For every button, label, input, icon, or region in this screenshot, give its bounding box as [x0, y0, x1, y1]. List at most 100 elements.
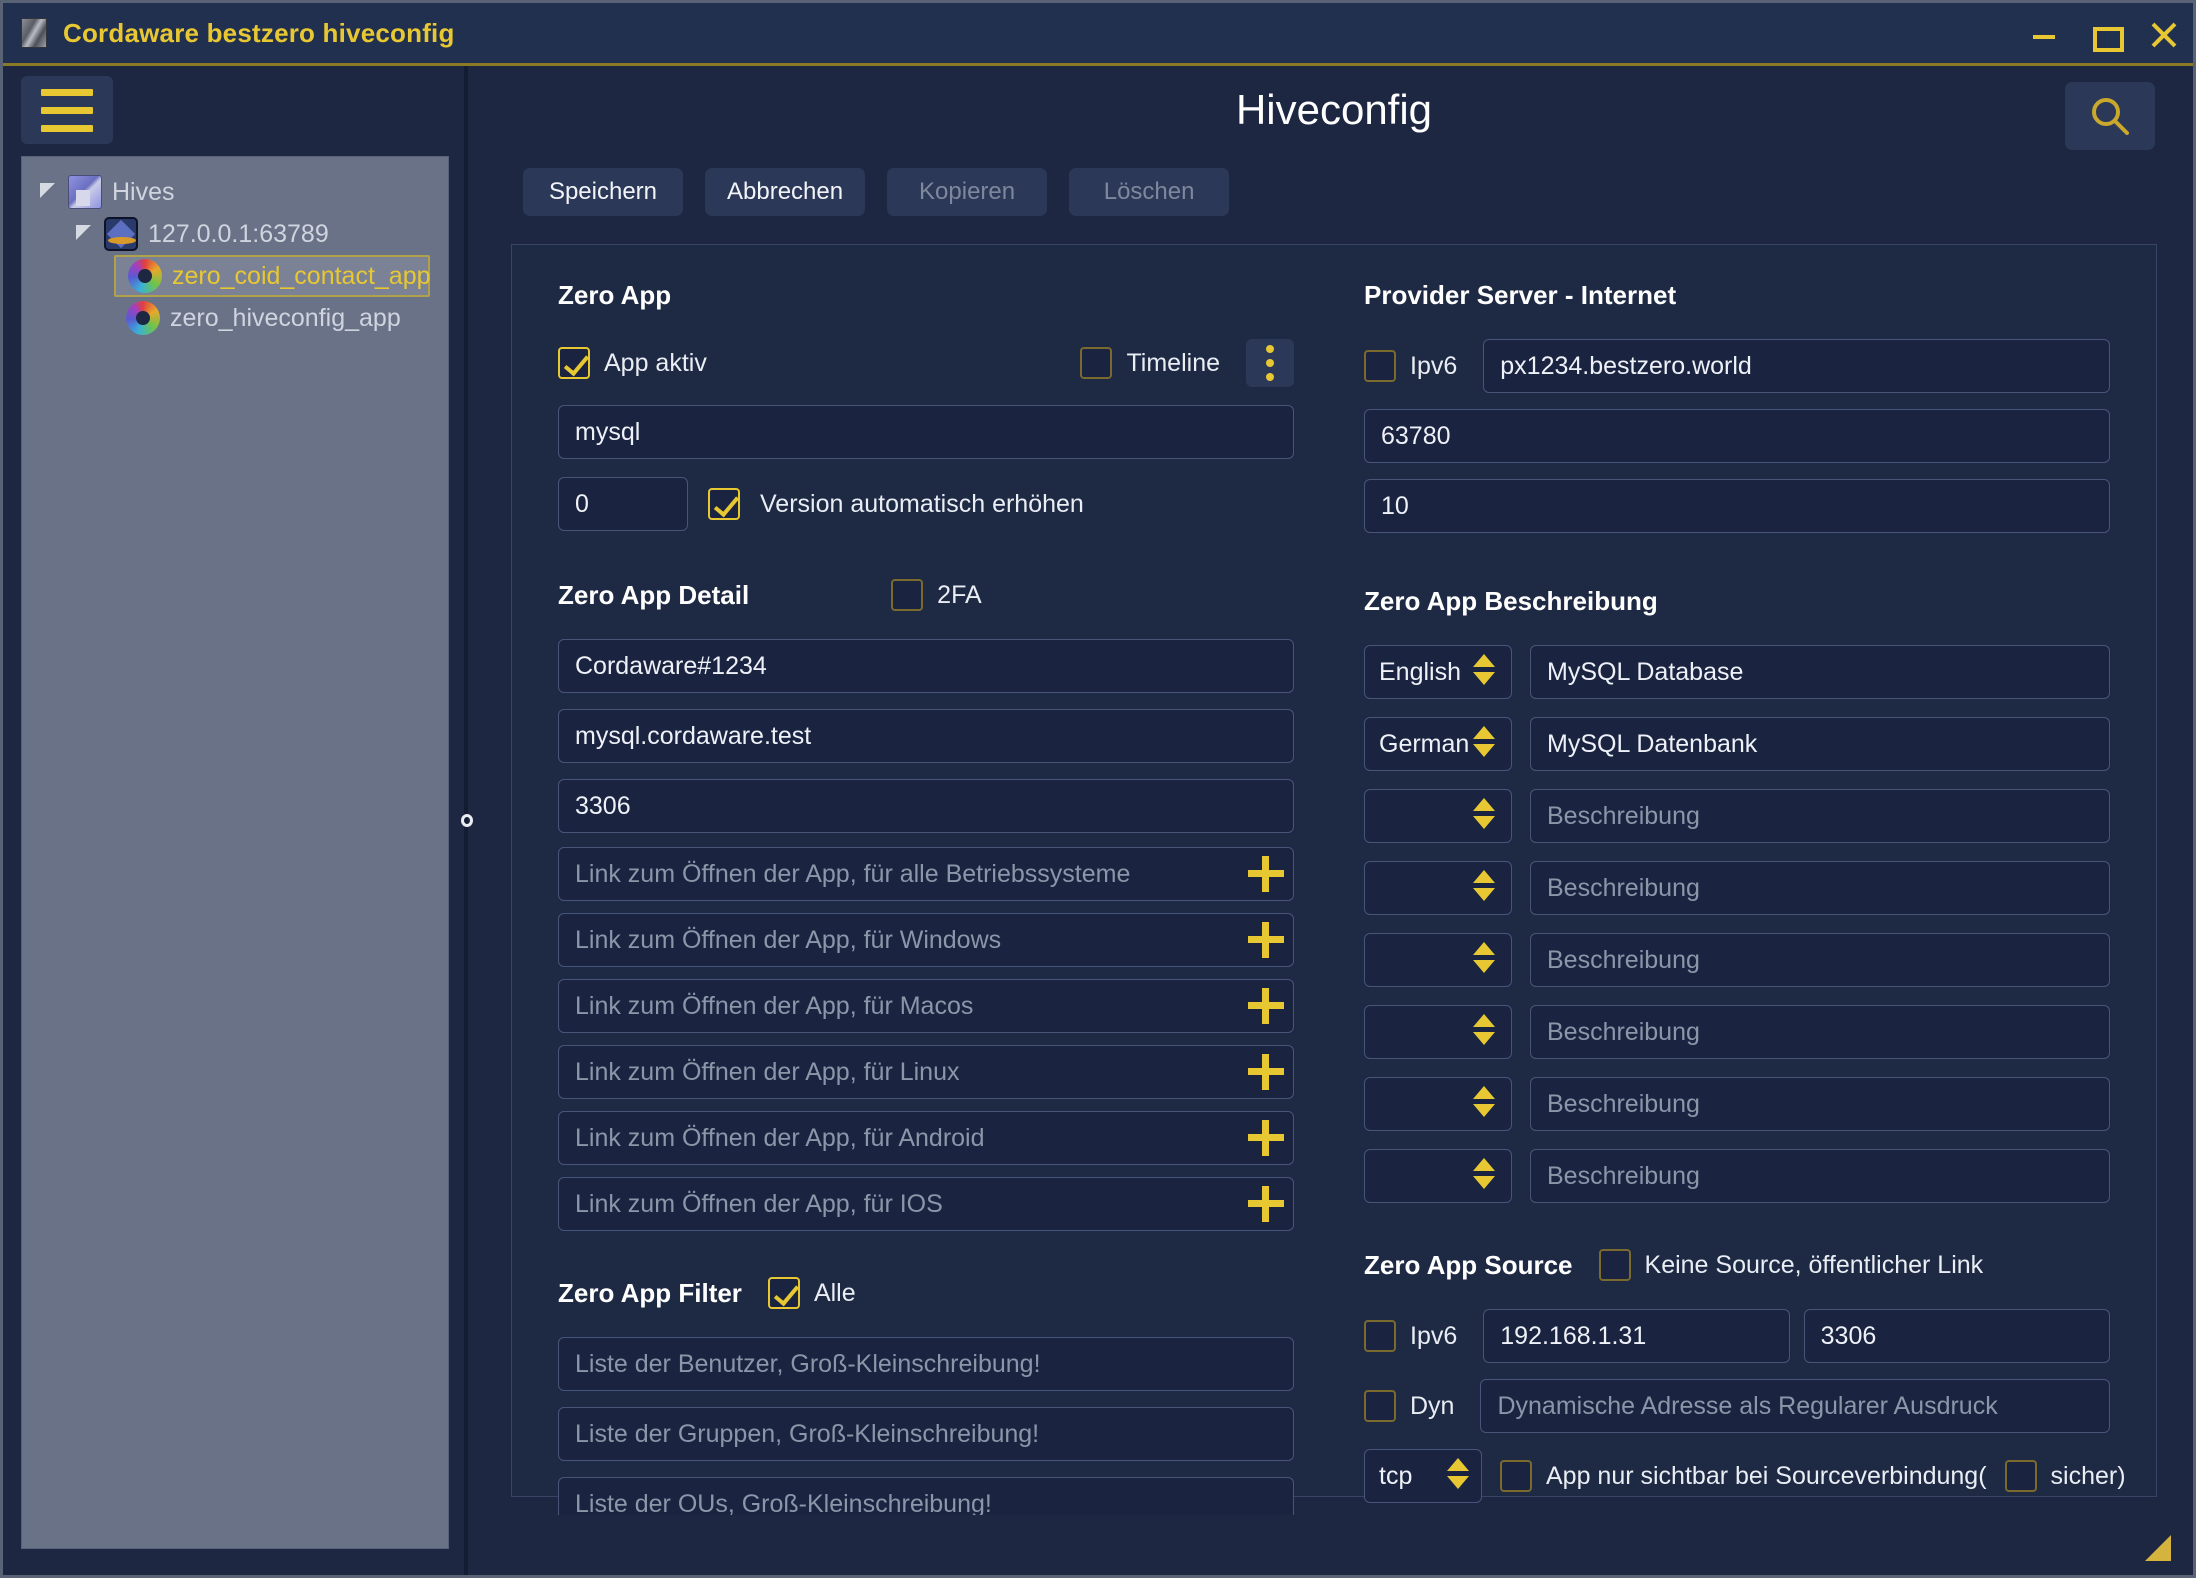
2fa-label: 2FA: [937, 580, 982, 609]
source-ipv6-label: Ipv6: [1410, 1321, 1458, 1350]
zero-app-source-section-header: Zero App Source Keine Source, öffentlich…: [1364, 1247, 2110, 1283]
description-input-7[interactable]: [1530, 1149, 2110, 1203]
no-source-checkbox[interactable]: [1598, 1249, 1631, 1281]
description-input-3[interactable]: [1530, 861, 2110, 915]
link-macos-input[interactable]: [558, 979, 1294, 1033]
description-input-6[interactable]: [1530, 1077, 2110, 1131]
source-port-input[interactable]: [1803, 1309, 2111, 1363]
maximize-icon[interactable]: [2089, 20, 2124, 52]
protocol-select[interactable]: tcp: [1364, 1449, 1482, 1503]
language-select-7[interactable]: [1364, 1149, 1512, 1203]
description-row: [1364, 1077, 2110, 1131]
spinner-arrows-icon[interactable]: [1473, 870, 1495, 901]
spinner-arrows-icon[interactable]: [1473, 798, 1495, 829]
filter-alle-checkbox[interactable]: [767, 1277, 800, 1309]
dyn-label: Dyn: [1410, 1391, 1455, 1420]
dyn-address-input[interactable]: [1480, 1379, 2110, 1433]
detail-host-input[interactable]: [558, 709, 1294, 763]
source-address-input[interactable]: [1483, 1309, 1790, 1363]
description-input-5[interactable]: [1530, 1005, 2110, 1059]
language-select-6[interactable]: [1364, 1077, 1512, 1131]
plus-icon[interactable]: [1246, 986, 1286, 1026]
spinner-arrows-icon[interactable]: [1473, 1086, 1495, 1117]
chevron-down-icon[interactable]: [36, 179, 62, 205]
link-row-android: [558, 1111, 1294, 1165]
timeline-checkbox[interactable]: [1080, 347, 1113, 379]
filter-groups-input[interactable]: [558, 1407, 1294, 1461]
detail-port-input[interactable]: [558, 779, 1294, 833]
tree-item-zero-coid-contact-app[interactable]: zero_coid_contact_app: [114, 255, 431, 297]
provider-host-input[interactable]: [1483, 339, 2110, 393]
hamburger-icon[interactable]: [21, 76, 113, 144]
plus-icon[interactable]: [1246, 1184, 1286, 1224]
plus-icon[interactable]: [1246, 1052, 1286, 1092]
link-windows-input[interactable]: [558, 913, 1294, 967]
language-select-1[interactable]: German: [1364, 717, 1512, 771]
kebab-menu-icon[interactable]: [1246, 339, 1294, 387]
secure-checkbox[interactable]: [2004, 1460, 2037, 1492]
language-select-2[interactable]: [1364, 789, 1512, 843]
auto-version-checkbox[interactable]: [708, 488, 740, 520]
tree-item-server[interactable]: 127.0.0.1:63789: [22, 213, 448, 255]
visible-on-source-checkbox[interactable]: [1500, 1460, 1532, 1492]
language-select-5[interactable]: [1364, 1005, 1512, 1059]
description-row: English: [1364, 645, 2110, 699]
zero-app-section-header: Zero App: [558, 277, 1294, 313]
search-icon[interactable]: [2065, 82, 2155, 150]
delete-button[interactable]: Löschen: [1069, 168, 1230, 216]
link-android-input[interactable]: [558, 1111, 1294, 1165]
spinner-arrows-icon[interactable]: [1447, 1458, 1469, 1489]
dyn-checkbox[interactable]: [1364, 1390, 1396, 1422]
spinner-arrows-icon[interactable]: [1473, 1158, 1495, 1189]
menu-button-wrap: [3, 66, 463, 144]
chevron-down-icon[interactable]: [72, 221, 98, 247]
app-name-input[interactable]: [558, 405, 1294, 459]
spinner-arrows-icon[interactable]: [1473, 654, 1495, 685]
tree-item-hives[interactable]: Hives: [22, 171, 448, 213]
disk-icon: [104, 217, 138, 251]
app-aktiv-checkbox[interactable]: [558, 347, 590, 379]
language-select-4[interactable]: [1364, 933, 1512, 987]
filter-users-input[interactable]: [558, 1337, 1294, 1391]
zero-app-detail-section-header: Zero App Detail 2FA: [558, 577, 1294, 613]
section-title: Zero App: [558, 279, 672, 310]
2fa-checkbox[interactable]: [891, 579, 924, 611]
provider-port-input[interactable]: [1364, 409, 2110, 463]
spinner-arrows-icon[interactable]: [1473, 1014, 1495, 1045]
provider-count-input[interactable]: [1364, 479, 2110, 533]
source-ipv6-checkbox[interactable]: [1364, 1320, 1396, 1352]
spinner-arrows-icon[interactable]: [1473, 726, 1495, 757]
status-bar: [475, 1515, 2193, 1575]
minimize-icon[interactable]: [2029, 20, 2059, 50]
description-input-4[interactable]: [1530, 933, 2110, 987]
detail-port-row: [558, 779, 1294, 833]
hives-tree[interactable]: Hives 127.0.0.1:63789 zero_coid_contact_…: [21, 156, 449, 1549]
resize-grip-icon[interactable]: [2145, 1535, 2171, 1561]
splitter-handle[interactable]: [461, 814, 473, 827]
panel-splitter[interactable]: [461, 66, 475, 1575]
body: Hives 127.0.0.1:63789 zero_coid_contact_…: [3, 66, 2193, 1575]
link-ios-input[interactable]: [558, 1177, 1294, 1231]
language-select-3[interactable]: [1364, 861, 1512, 915]
tree-item-zero-hiveconfig-app[interactable]: zero_hiveconfig_app: [22, 297, 448, 339]
provider-ipv6-checkbox[interactable]: [1364, 350, 1396, 382]
close-icon[interactable]: [2149, 20, 2179, 50]
detail-key-input[interactable]: [558, 639, 1294, 693]
copy-button[interactable]: Kopieren: [887, 168, 1048, 216]
description-input-2[interactable]: [1530, 789, 2110, 843]
description-input-1[interactable]: [1530, 717, 2110, 771]
plus-icon[interactable]: [1246, 854, 1286, 894]
spinner-arrows-icon[interactable]: [1473, 942, 1495, 973]
title-bar: Cordaware bestzero hiveconfig: [3, 3, 2193, 66]
cancel-button[interactable]: Abbrechen: [705, 168, 866, 216]
version-input[interactable]: [558, 477, 688, 531]
plus-icon[interactable]: [1246, 920, 1286, 960]
link-linux-input[interactable]: [558, 1045, 1294, 1099]
save-button[interactable]: Speichern: [523, 168, 683, 216]
language-select-0[interactable]: English: [1364, 645, 1512, 699]
form-column-left: Zero App App aktiv Timeline mysql 0 Vers…: [512, 267, 1334, 1531]
link-all-input[interactable]: [558, 847, 1294, 901]
description-input-0[interactable]: [1530, 645, 2110, 699]
plus-icon[interactable]: [1246, 1118, 1286, 1158]
detail-host-row: [558, 709, 1294, 763]
